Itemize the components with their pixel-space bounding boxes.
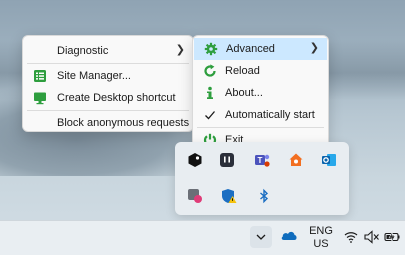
region-code: US [313, 238, 329, 250]
menu-item-create-desktop-shortcut[interactable]: Create Desktop shortcut [23, 87, 193, 109]
menu-item-label: Automatically start [225, 109, 315, 121]
menu-item-about[interactable]: About... [193, 82, 328, 104]
list-icon [33, 69, 47, 83]
chevron-right-icon: ❯ [175, 44, 185, 56]
chevron-down-icon [256, 231, 266, 243]
context-menu: Diagnostic ❯ Site Manager... Create Desk… [22, 35, 194, 132]
outlook-icon[interactable] [321, 152, 337, 168]
battery-charging-icon[interactable] [384, 230, 402, 247]
refresh-icon [203, 64, 217, 78]
menu-item-diagnostic[interactable]: Diagnostic ❯ [23, 40, 193, 62]
show-hidden-icons-button[interactable] [250, 226, 272, 248]
menu-item-label: Block anonymous requests [57, 117, 190, 129]
checkmark-icon [203, 108, 217, 122]
language-indicator[interactable]: ENG US [308, 225, 334, 251]
teams-icon[interactable]: T [254, 152, 270, 168]
menu-item-label: Create Desktop shortcut [57, 92, 176, 104]
menu-item-reload[interactable]: Reload [193, 60, 328, 82]
info-icon [203, 86, 217, 100]
menu-item-block-anonymous-requests[interactable]: Block anonymous requests [23, 112, 193, 134]
snip-app-icon[interactable] [187, 188, 203, 204]
language-code: ENG [309, 225, 333, 237]
menu-item-label: Diagnostic [57, 45, 109, 57]
menu-item-site-manager[interactable]: Site Manager... [23, 65, 193, 87]
wifi-icon[interactable] [344, 231, 358, 246]
speaker-muted-icon[interactable] [364, 230, 380, 247]
home-app-icon[interactable] [288, 152, 304, 168]
menu-item-label: About... [225, 87, 263, 99]
submenu: Advanced ❯ Reload About... Automatically… [192, 35, 329, 152]
monitor-icon [33, 91, 47, 105]
menu-separator [197, 127, 324, 128]
menu-item-advanced[interactable]: Advanced ❯ [194, 38, 327, 60]
chevron-right-icon: ❯ [309, 42, 319, 54]
menu-item-label: Site Manager... [57, 70, 131, 82]
menu-item-label: Advanced [226, 43, 275, 55]
gear-icon [204, 42, 218, 56]
menu-item-automatically-start[interactable]: Automatically start [193, 104, 328, 126]
svg-text:T: T [258, 156, 263, 165]
menu-separator [27, 110, 189, 111]
cube-app-icon[interactable] [187, 152, 203, 168]
bluetooth-icon[interactable] [256, 188, 272, 204]
onedrive-cloud-icon[interactable] [280, 228, 298, 245]
tray-overflow-panel: T [175, 142, 349, 215]
defender-warning-icon[interactable] [221, 188, 237, 204]
bracket-app-icon[interactable] [219, 152, 235, 168]
menu-separator [27, 63, 189, 64]
menu-item-label: Reload [225, 65, 260, 77]
